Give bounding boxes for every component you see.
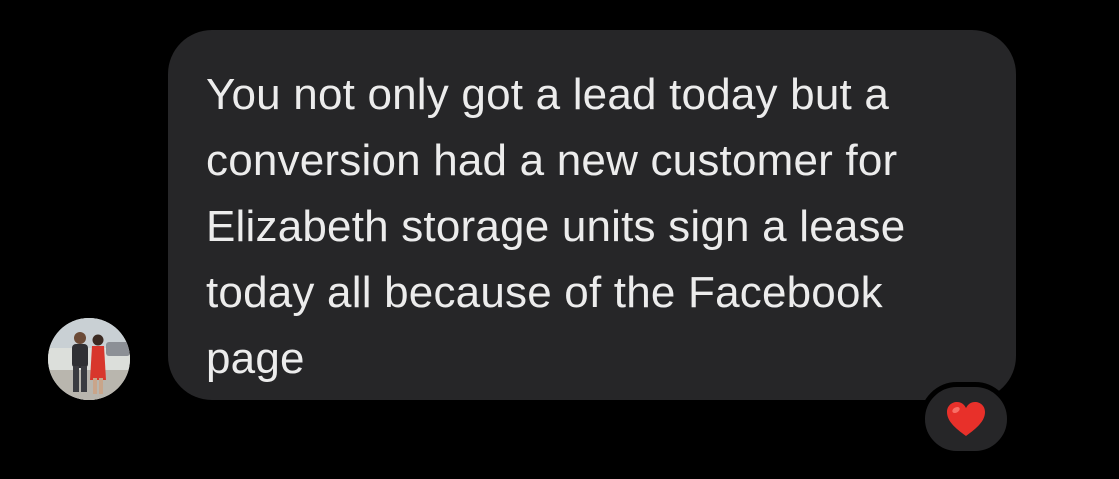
message-text: You not only got a lead today but a conv… xyxy=(206,70,906,383)
reaction-badge[interactable] xyxy=(920,382,1012,456)
message-bubble[interactable]: You not only got a lead today but a conv… xyxy=(168,30,1016,400)
red-heart-icon xyxy=(947,402,985,436)
avatar-photo xyxy=(48,318,130,400)
sender-avatar[interactable] xyxy=(48,318,130,400)
